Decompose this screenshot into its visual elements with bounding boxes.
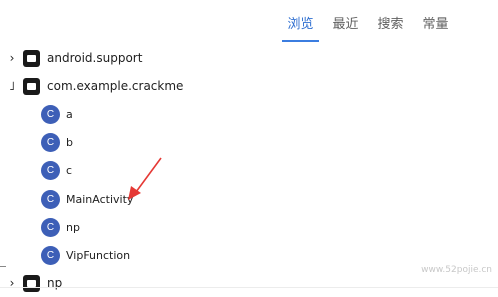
tab-constants[interactable]: 常量: [413, 0, 458, 44]
folder-icon: [23, 77, 40, 95]
class-icon: C: [41, 245, 60, 265]
folder-label: com.example.crackme: [47, 79, 184, 93]
tab-browse[interactable]: 浏览: [278, 0, 323, 44]
divider: [0, 266, 6, 267]
class-icon: C: [41, 104, 60, 124]
class-label: a: [66, 107, 73, 121]
chevron-right-icon[interactable]: ›: [6, 52, 18, 64]
tab-search-label: 搜索: [377, 16, 404, 32]
class-label: np: [66, 220, 80, 234]
class-icon: C: [41, 160, 60, 180]
tab-recent[interactable]: 最近: [323, 0, 368, 44]
class-label: c: [66, 163, 73, 177]
class-icon: C: [41, 132, 60, 152]
tab-constants-label: 常量: [422, 16, 449, 32]
folder-label: android.support: [47, 51, 143, 65]
divider: [0, 287, 498, 288]
folder-icon: [23, 49, 40, 67]
class-icon: C: [41, 189, 60, 209]
chevron-down-icon[interactable]: ˩: [6, 80, 18, 92]
tab-browse-label: 浏览: [287, 16, 314, 32]
class-label: b: [66, 135, 73, 149]
class-label: VipFunction: [66, 248, 131, 262]
class-label: MainActivity: [66, 192, 134, 206]
class-icon: C: [41, 217, 60, 237]
tab-search[interactable]: 搜索: [368, 0, 413, 44]
tab-bar: 浏览 最近 搜索 常量: [278, 0, 458, 44]
folder-icon: [23, 274, 40, 292]
watermark-text: www.52pojie.cn: [421, 265, 492, 275]
tab-recent-label: 最近: [332, 16, 359, 32]
